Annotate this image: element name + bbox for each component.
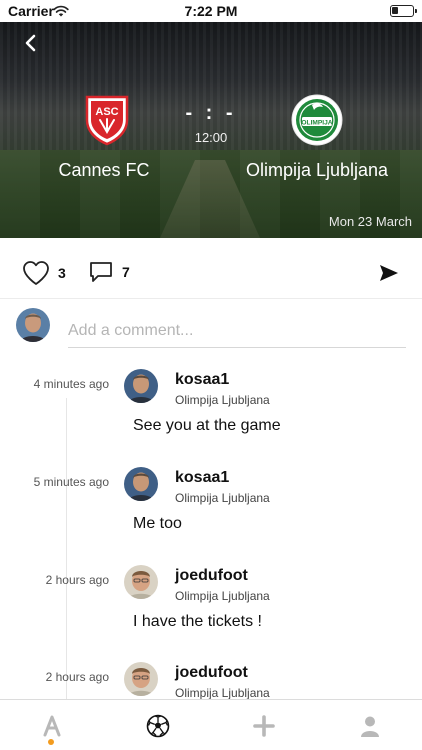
tab-home[interactable] — [38, 712, 66, 740]
user-icon — [361, 716, 379, 737]
comment-text: Me too — [133, 515, 182, 532]
match-header: ASC - : - 12:00 OLIMPIJA Cannes FC Olimp… — [0, 22, 422, 238]
tab-profile[interactable] — [356, 712, 384, 740]
home-team-name: Cannes FC — [58, 160, 150, 180]
away-team-name: Olimpija Ljubljana — [245, 160, 389, 180]
comment-username[interactable]: kosaa1 — [175, 371, 229, 389]
comments-button[interactable]: 7 — [88, 260, 130, 284]
avatar[interactable] — [124, 565, 158, 599]
section-divider — [0, 298, 422, 299]
avatar[interactable] — [124, 467, 158, 501]
home-team-logo: ASC — [83, 94, 131, 146]
tab-bar — [0, 699, 422, 750]
reactions-bar: 3 7 — [0, 238, 422, 304]
comment-text: I have the tickets ! — [133, 613, 262, 630]
status-bar: Carrier 7:22 PM — [0, 0, 422, 22]
back-button[interactable] — [20, 32, 42, 54]
comment-time: 2 hours ago — [45, 670, 109, 684]
active-tab-indicator — [48, 739, 54, 745]
home-logo-text: ASC — [95, 106, 118, 118]
kickoff-time: 12:00 — [194, 130, 228, 145]
speech-bubble-icon — [90, 262, 112, 282]
comment-time: 2 hours ago — [45, 573, 109, 587]
comment-text: See you at the game — [133, 417, 281, 434]
match-date: Mon 23 March — [328, 214, 412, 229]
comment-count: 7 — [122, 264, 130, 280]
app-logo-icon — [43, 715, 61, 737]
comment-user-team: Olimpija Ljubljana — [175, 686, 270, 700]
comment-username[interactable]: joedufoot — [175, 664, 248, 682]
comment-user-team: Olimpija Ljubljana — [175, 491, 270, 505]
clock: 7:22 PM — [184, 3, 238, 19]
plus-icon — [253, 715, 275, 737]
comment-username[interactable]: kosaa1 — [175, 469, 229, 487]
avatar[interactable] — [124, 369, 158, 403]
chevron-left-icon — [25, 34, 36, 52]
comment-user-team: Olimpija Ljubljana — [175, 393, 270, 407]
match-score: - : - — [185, 102, 237, 124]
heart-icon — [23, 261, 49, 285]
like-button[interactable]: 3 — [22, 260, 66, 286]
away-logo-text: OLIMPIJA — [301, 120, 332, 127]
soccer-ball-icon — [146, 714, 170, 738]
battery-level — [392, 7, 398, 14]
tab-matches[interactable] — [144, 712, 172, 740]
tab-add[interactable] — [250, 712, 278, 740]
like-count: 3 — [58, 265, 66, 281]
comment-item: 4 minutes ago kosaa1 Olimpija Ljubljana … — [0, 369, 422, 459]
away-team-logo: OLIMPIJA — [290, 93, 344, 147]
avatar[interactable] — [124, 662, 158, 696]
send-icon — [380, 265, 398, 281]
battery-icon — [390, 5, 417, 17]
comment-username[interactable]: joedufoot — [175, 567, 248, 585]
comment-input[interactable] — [68, 314, 406, 348]
comment-user-team: Olimpija Ljubljana — [175, 589, 270, 603]
comment-item: 2 hours ago joedufoot Olimpija Ljubljana… — [0, 565, 422, 655]
comment-time: 4 minutes ago — [33, 377, 109, 391]
current-user-avatar — [16, 308, 50, 342]
send-button[interactable] — [378, 263, 400, 283]
comment-time: 5 minutes ago — [33, 475, 109, 489]
comment-item: 5 minutes ago kosaa1 Olimpija Ljubljana … — [0, 467, 422, 557]
